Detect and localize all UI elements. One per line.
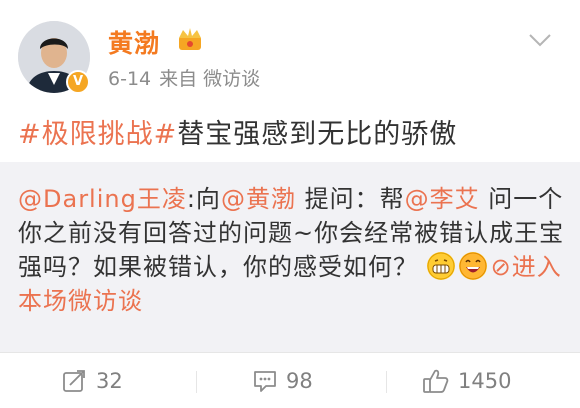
topic-link[interactable]: #极限挑战#	[18, 119, 177, 150]
post-source[interactable]: 来自 微访谈	[159, 68, 260, 90]
like-count: 1450	[458, 369, 512, 393]
laugh-emoji-icon	[458, 252, 487, 280]
crown-icon	[179, 28, 201, 50]
repost-button[interactable]: 32	[62, 353, 123, 408]
thumbs-up-icon	[423, 369, 449, 393]
comment-button[interactable]: 98	[252, 353, 313, 408]
action-toolbar: 32 98 1450	[0, 352, 580, 408]
repost-text: @Darling王凌:向@黄渤 提问：帮@李艾 问一个你之前没有回答过的问题~你…	[18, 182, 566, 318]
repost-text-part: :向	[186, 185, 221, 213]
weibo-post: V 黄渤 6-14 来自 微访谈 #极限挑战#替宝强感到无比的骄傲 @Darlin…	[0, 0, 580, 408]
verified-badge: V	[66, 70, 90, 94]
interview-link-icon[interactable]: ⊘	[491, 253, 512, 281]
repost-icon	[63, 370, 85, 392]
comment-icon	[254, 371, 276, 392]
divider	[196, 371, 197, 393]
grin-emoji-icon	[426, 252, 455, 280]
mention-link[interactable]: @黄渤	[221, 185, 296, 213]
divider	[386, 371, 387, 393]
post-meta: 6-14 来自 微访谈	[108, 64, 260, 91]
repost-card[interactable]: @Darling王凌:向@黄渤 提问：帮@李艾 问一个你之前没有回答过的问题~你…	[0, 162, 580, 352]
post-body: 替宝强感到无比的骄傲	[177, 119, 458, 150]
comment-count: 98	[286, 369, 313, 393]
user-name[interactable]: 黄渤	[108, 24, 160, 60]
repost-count: 32	[96, 369, 123, 393]
like-button[interactable]: 1450	[422, 353, 511, 408]
chevron-down-icon[interactable]	[526, 30, 554, 50]
repost-author-link[interactable]: @Darling王凌	[18, 185, 187, 213]
repost-text-part: 提问：帮	[295, 185, 405, 213]
post-date: 6-14	[108, 68, 152, 90]
post-text: #极限挑战#替宝强感到无比的骄傲	[18, 112, 457, 151]
mention-link[interactable]: @李艾	[405, 185, 480, 213]
